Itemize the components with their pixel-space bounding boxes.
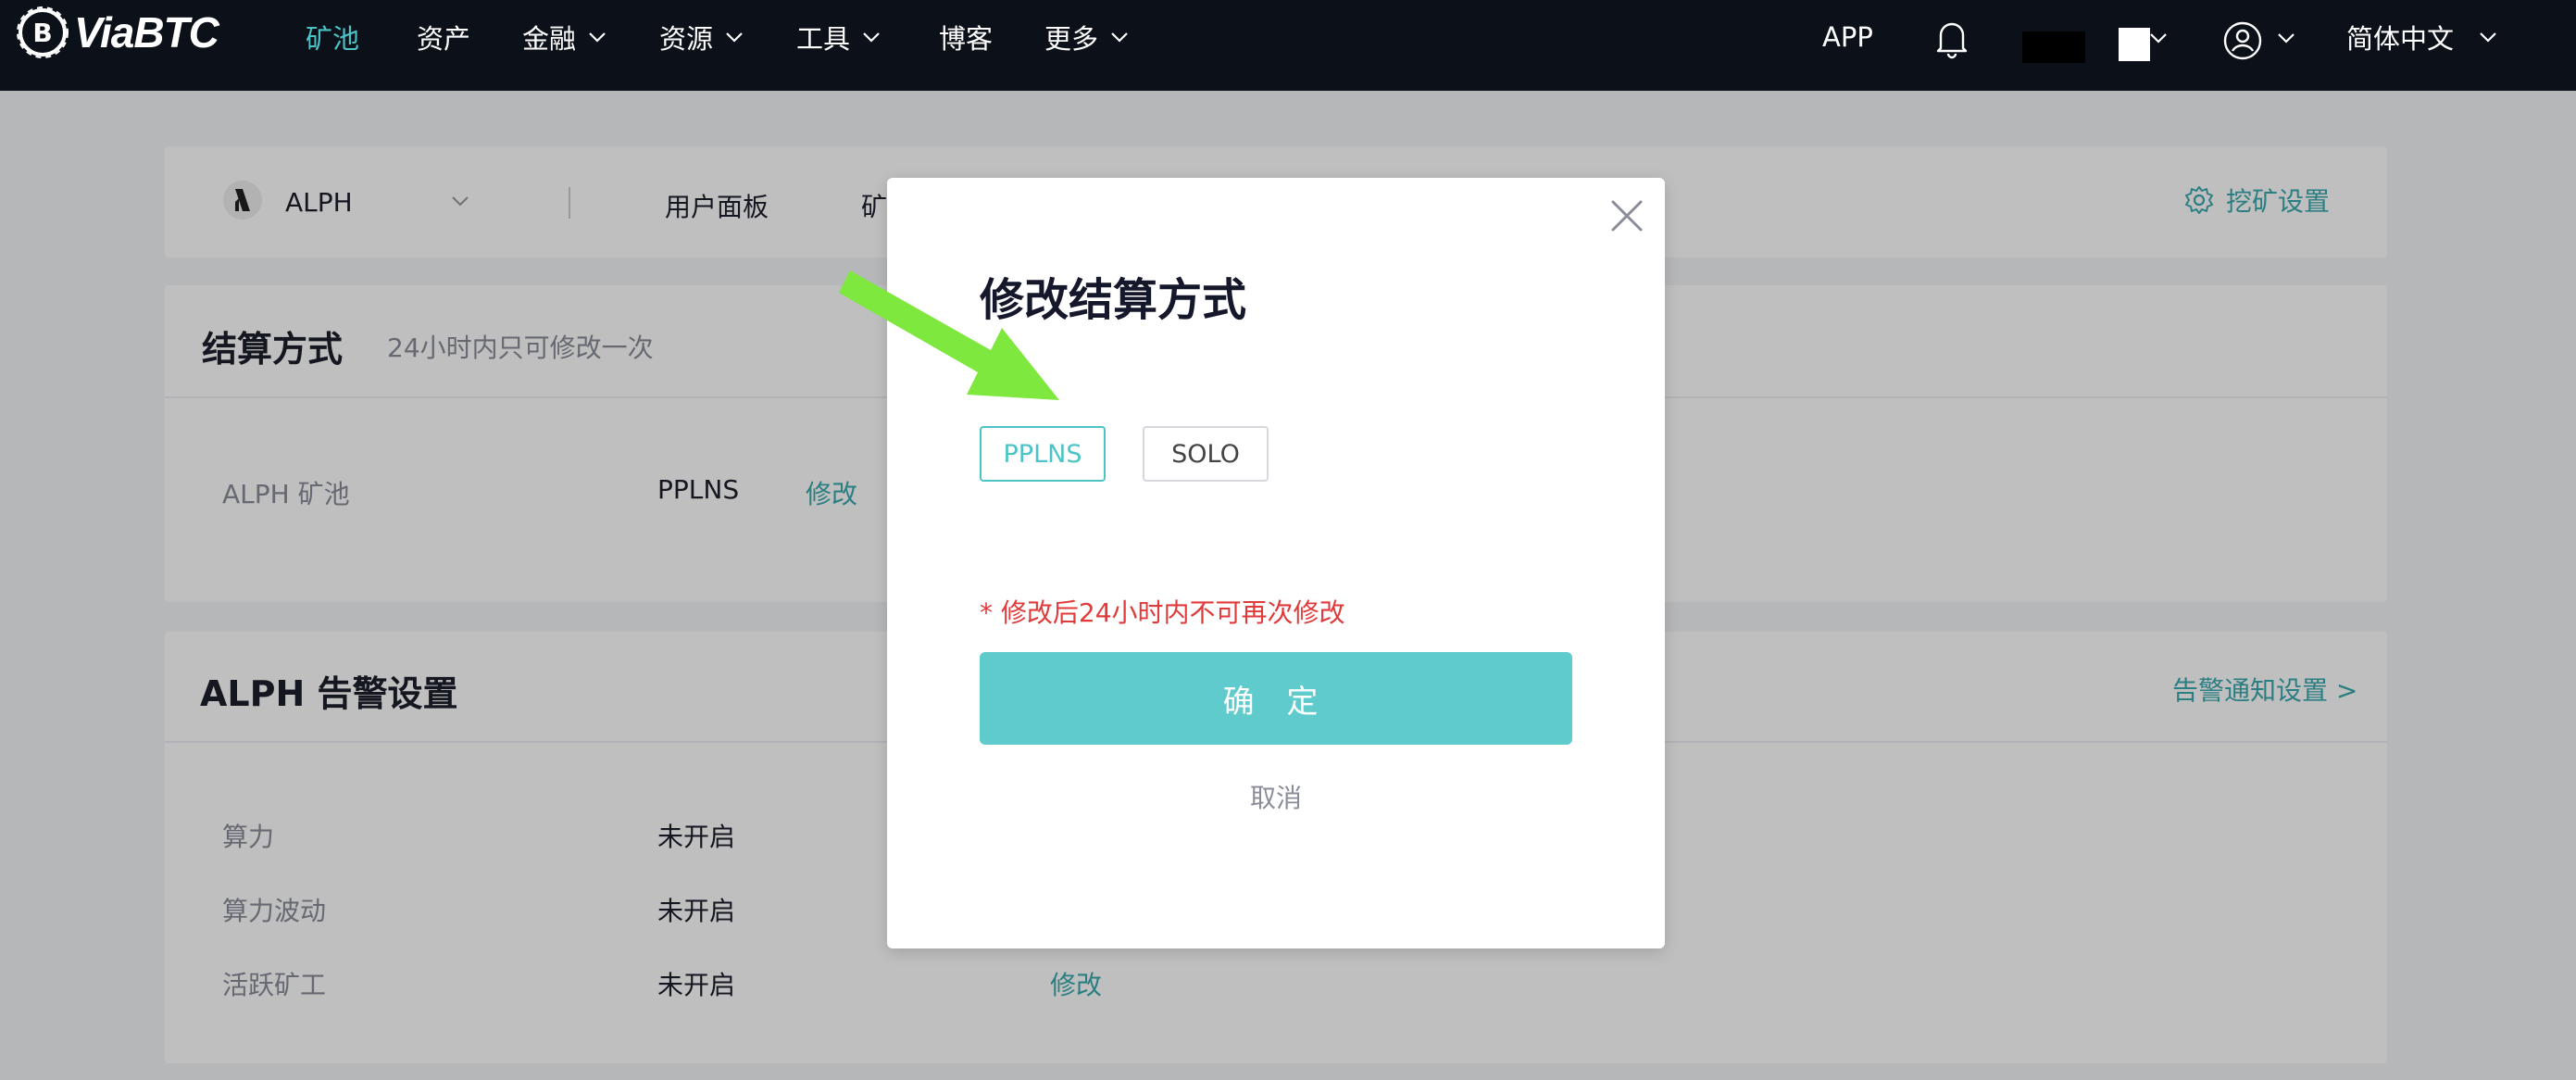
nav-label: 博客	[939, 23, 994, 55]
bitcoin-logo-icon: B	[17, 6, 69, 58]
nav-item-resources[interactable]: 资源	[659, 19, 744, 56]
chevron-down-icon	[726, 32, 743, 43]
option-label: SOLO	[1171, 439, 1240, 469]
nav-label: 资源	[659, 23, 714, 55]
language-selector[interactable]: 简体中文	[2346, 19, 2498, 56]
user-circle-icon[interactable]	[2222, 20, 2263, 61]
app-download-link[interactable]: APP	[1822, 19, 1873, 56]
nav-label: 矿池	[306, 23, 360, 55]
chevron-down-icon[interactable]	[2276, 28, 2296, 48]
cancel-button[interactable]: 取消	[887, 778, 1665, 815]
nav-item-assets[interactable]: 资产	[417, 19, 470, 56]
viabtc-logo[interactable]: B ViaBTC	[15, 4, 219, 61]
nav-item-blog[interactable]: 博客	[939, 19, 993, 56]
confirm-button[interactable]: 确 定	[980, 652, 1572, 745]
nav-label: 更多	[1044, 23, 1099, 55]
app-label: APP	[1822, 21, 1873, 53]
confirm-label: 确 定	[1222, 683, 1330, 721]
nav-label: 工具	[796, 23, 851, 55]
brand-name: ViaBTC	[74, 8, 219, 57]
nav-item-pool[interactable]: 矿池	[306, 19, 359, 56]
nav-item-more[interactable]: 更多	[1044, 19, 1130, 56]
nav-item-tools[interactable]: 工具	[796, 19, 882, 56]
close-icon[interactable]	[1609, 198, 1644, 233]
chevron-down-icon[interactable]	[2148, 28, 2169, 48]
redacted-account-block	[2022, 31, 2085, 63]
option-solo-button[interactable]: SOLO	[1143, 426, 1269, 482]
bell-icon[interactable]	[1933, 19, 1970, 59]
chevron-down-icon	[2480, 32, 2496, 43]
redacted-avatar-block[interactable]	[2119, 28, 2150, 61]
nav-label: 金融	[522, 23, 577, 55]
svg-text:B: B	[32, 18, 52, 48]
nav-label: 资产	[417, 23, 471, 55]
language-label: 简体中文	[2346, 23, 2455, 55]
nav-item-finance[interactable]: 金融	[522, 19, 607, 56]
chevron-down-icon	[1111, 32, 1128, 43]
chevron-down-icon	[589, 32, 606, 43]
annotation-arrow-icon	[839, 270, 1059, 400]
top-navigation-bar: B ViaBTC 矿池 资产 金融 资源 工具 博客 更多 APP 简体中文	[0, 0, 2576, 91]
option-label: PPLNS	[1003, 439, 1082, 469]
chevron-down-icon	[863, 32, 880, 43]
option-pplns-button[interactable]: PPLNS	[980, 426, 1106, 482]
warning-text: * 修改后24小时内不可再次修改	[980, 597, 1345, 628]
